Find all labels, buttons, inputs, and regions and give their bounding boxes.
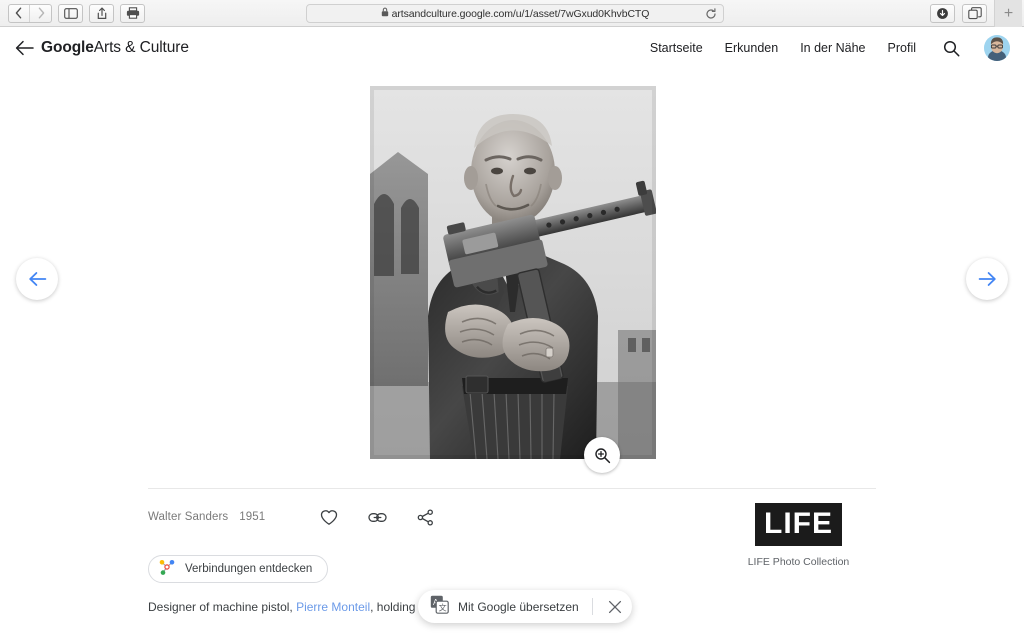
site-header: GoogleArts & Culture Startseite Erkunden…	[0, 27, 1024, 69]
share-button[interactable]	[89, 3, 114, 23]
reload-icon[interactable]	[705, 7, 717, 20]
artwork-actions	[318, 506, 436, 528]
share-icon[interactable]	[414, 506, 436, 528]
tab-overview-icon[interactable]	[962, 4, 987, 23]
explore-connections-label: Verbindungen entdecken	[185, 563, 313, 575]
browser-toolbar: artsandculture.google.com/u/1/asset/7wGx…	[0, 0, 1024, 27]
new-tab-button[interactable]: +	[994, 0, 1022, 27]
translate-icon: A 文	[430, 595, 449, 619]
caption-text-before: Designer of machine pistol,	[148, 600, 297, 614]
artwork-caption: Designer of machine pistol, Pierre Monte…	[148, 600, 442, 614]
nav-item-startseite[interactable]: Startseite	[650, 41, 703, 55]
life-logo: LIFE	[755, 503, 842, 546]
translate-toast: A 文 Mit Google übersetzen	[418, 590, 632, 623]
browser-toolbar-right-group: +	[930, 0, 1024, 27]
info-divider	[148, 488, 876, 489]
nav-item-erkunden[interactable]: Erkunden	[725, 41, 779, 55]
brand-arts-culture: Arts & Culture	[93, 39, 189, 56]
downloads-icon[interactable]	[930, 4, 955, 23]
link-icon[interactable]	[366, 506, 388, 528]
caption-link-pierre-monteil[interactable]: Pierre Monteil	[296, 600, 370, 614]
partner-name: LIFE Photo Collection	[747, 556, 850, 568]
address-bar-url: artsandculture.google.com/u/1/asset/7wGx…	[391, 7, 650, 20]
browser-nav-buttons	[8, 3, 52, 23]
avatar[interactable]	[984, 35, 1010, 61]
brand-google: Google	[41, 39, 94, 56]
partner-block[interactable]: LIFE LIFE Photo Collection	[721, 503, 876, 568]
browser-forward-button[interactable]	[30, 5, 51, 22]
address-bar[interactable]: artsandculture.google.com/u/1/asset/7wGx…	[306, 4, 724, 23]
heart-icon[interactable]	[318, 506, 340, 528]
close-icon[interactable]	[602, 594, 628, 620]
artwork-meta-row: Walter Sanders 1951	[148, 506, 436, 528]
svg-text:文: 文	[439, 602, 447, 612]
artwork-image[interactable]	[370, 86, 656, 459]
lock-icon	[381, 7, 389, 19]
nav-item-profil[interactable]: Profil	[888, 41, 916, 55]
header-navigation: Startseite Erkunden In der Nähe Profil	[650, 35, 1010, 61]
translate-label: Mit Google übersetzen	[458, 599, 579, 614]
previous-artwork-button[interactable]	[16, 258, 58, 300]
connections-icon	[158, 558, 176, 581]
artwork-stage	[0, 69, 1024, 479]
search-icon[interactable]	[940, 37, 962, 59]
print-button[interactable]	[120, 3, 145, 23]
browser-toolbar-left-group	[0, 3, 145, 23]
zoom-in-button[interactable]	[584, 437, 620, 473]
nav-item-in-der-naehe[interactable]: In der Nähe	[800, 41, 865, 55]
next-artwork-button[interactable]	[966, 258, 1008, 300]
artwork-credit: Walter Sanders 1951	[148, 511, 265, 523]
explore-connections-button[interactable]: Verbindungen entdecken	[148, 555, 329, 583]
browser-back-button[interactable]	[9, 4, 30, 22]
site-brand[interactable]: GoogleArts & Culture	[41, 39, 189, 57]
artwork-artist: Walter Sanders	[148, 511, 229, 523]
artwork-year: 1951	[239, 511, 266, 523]
sidebar-toggle-button[interactable]	[58, 3, 83, 23]
toast-separator	[591, 598, 593, 615]
back-arrow-icon[interactable]	[12, 36, 36, 60]
